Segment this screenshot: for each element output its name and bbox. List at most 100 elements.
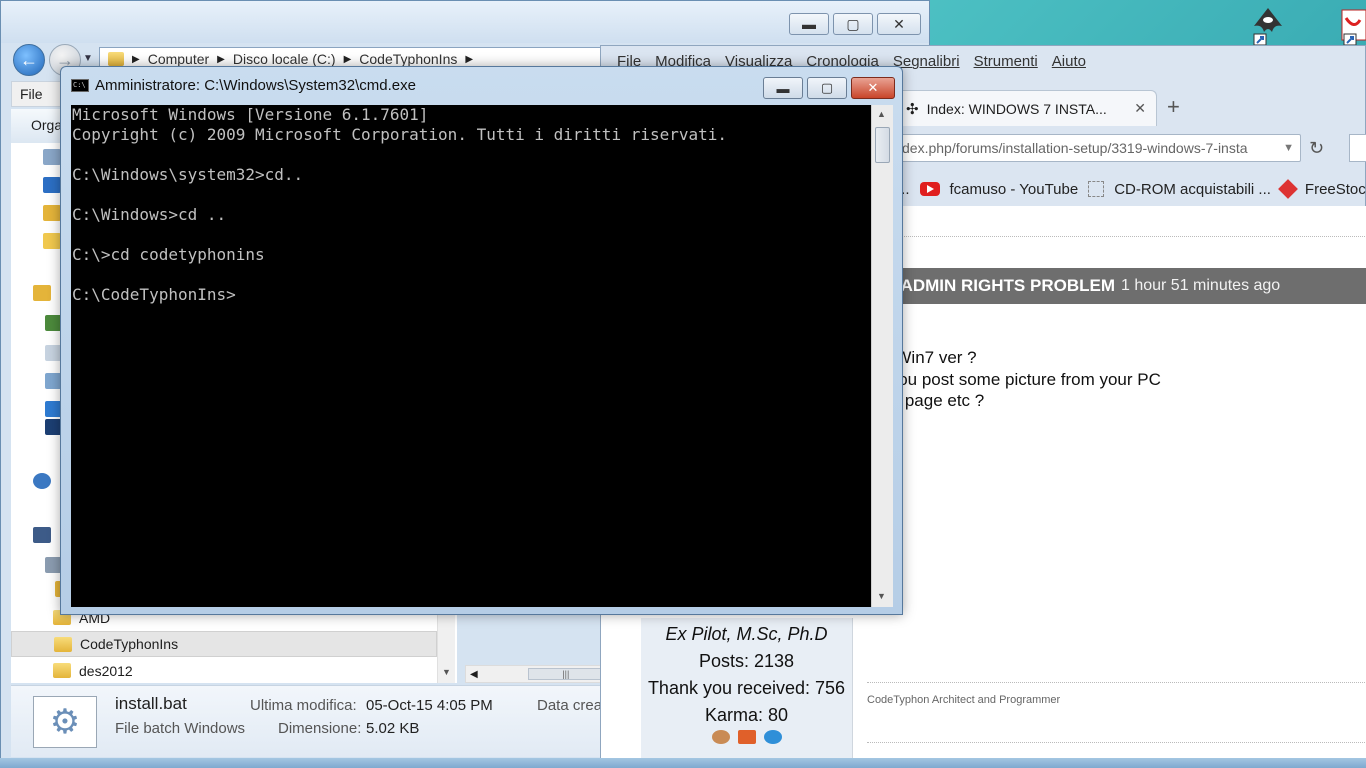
scroll-thumb[interactable] (875, 127, 890, 163)
cmd-icon[interactable]: C:\ (71, 78, 89, 92)
cmd-minimize-button[interactable]: ▬ (763, 77, 803, 99)
codetyphon-favicon-icon: ✣ (906, 100, 919, 118)
libraries-icon (33, 285, 51, 301)
browser-tab-active[interactable]: ✣ Index: WINDOWS 7 INSTA... ✕ (897, 90, 1157, 126)
cmd-close-button[interactable]: ✕ (851, 77, 895, 99)
youtube-icon (919, 182, 940, 196)
console-line: C:\>cd codetyphonins (72, 245, 265, 264)
details-modified-value: 05-Oct-15 4:05 PM (366, 697, 493, 714)
page-icon (1088, 181, 1105, 197)
console-line: C:\Windows>cd .. (72, 205, 227, 224)
details-size-value: 5.02 KB (366, 720, 420, 737)
close-icon: ✕ (893, 15, 905, 32)
explorer-minimize-button[interactable]: ▬ (789, 13, 829, 35)
tab-title: Index: WINDOWS 7 INSTA... (926, 100, 1107, 117)
details-created-label: Data crea (537, 697, 603, 714)
divider (867, 742, 1366, 743)
tab-close-icon[interactable]: ✕ (1134, 100, 1146, 117)
nav-item-des2012[interactable]: des2012 (11, 658, 437, 684)
breadcrumb-drive[interactable]: Disco locale (C:) (233, 51, 336, 67)
cmd-scrollbar[interactable]: ▲ ▼ (871, 105, 893, 607)
breadcrumb-separator[interactable]: ▶ (132, 54, 140, 65)
author-thanks: Thank you received: 756 (647, 678, 846, 698)
menu-aiuto[interactable]: Aiuto (1052, 53, 1086, 70)
nav-item-label: CodeTyphonIns (80, 636, 179, 652)
author-posts: Posts: 2138 (698, 651, 795, 671)
scroll-thumb[interactable]: ||| (527, 668, 604, 680)
bookmark-freestock[interactable]: FreeStoc (1305, 181, 1366, 198)
computer-icon (33, 527, 51, 543)
minimize-icon: ▬ (802, 16, 816, 32)
libraries-icon (43, 205, 61, 221)
content-horizontal-scrollbar[interactable]: ◀ ||| (465, 665, 605, 683)
post-text-line: you post some picture from your PC (885, 370, 1161, 389)
author-signature: CodeTyphon Architect and Programmer (867, 694, 1061, 706)
scroll-down-icon[interactable]: ▼ (442, 667, 451, 677)
menu-segnalibri[interactable]: Segnalibri (893, 53, 960, 70)
home-icon[interactable] (737, 730, 756, 744)
nav-item-label: des2012 (79, 663, 133, 679)
taskbar (0, 758, 1366, 768)
new-tab-button[interactable]: + (1167, 94, 1180, 120)
breadcrumb-separator[interactable]: ▶ (465, 54, 473, 65)
details-pane: ⚙ install.bat File batch Windows Ultima … (11, 685, 611, 757)
details-modified-label: Ultima modifica: (250, 697, 357, 714)
network-icon (33, 473, 51, 489)
inkscape-icon[interactable] (1250, 6, 1286, 46)
pdf-icon[interactable] (1340, 6, 1366, 46)
breadcrumb-separator[interactable]: ▶ (344, 54, 352, 65)
maximize-icon: ▢ (820, 80, 834, 95)
back-button[interactable]: ← (13, 44, 45, 76)
close-icon: ✕ (867, 80, 879, 95)
cmd-maximize-button[interactable]: ▢ (807, 77, 847, 99)
explorer-maximize-button[interactable]: ▢ (833, 13, 873, 35)
freestock-icon (1278, 179, 1298, 199)
author-karma: Karma: 80 (704, 705, 789, 725)
bookmark-cdrom[interactable]: CD-ROM acquistabili ... (1114, 181, 1271, 198)
menu-strumenti[interactable]: Strumenti (974, 53, 1038, 70)
folder-icon (108, 52, 124, 66)
search-box[interactable] (1349, 134, 1366, 162)
desktop-icon (43, 177, 61, 193)
folder-icon (53, 663, 71, 678)
url-dropdown-icon[interactable]: ▼ (1283, 142, 1294, 154)
gear-file-icon: ⚙ (33, 696, 97, 748)
cmd-title: Amministratore: C:\Windows\System32\cmd.… (95, 76, 416, 94)
explorer-close-button[interactable]: ✕ (877, 13, 921, 35)
user-icon[interactable] (711, 730, 730, 744)
scroll-down-icon[interactable]: ▼ (877, 591, 886, 601)
recent-pages-dropdown[interactable]: ▼ (83, 53, 93, 64)
globe-icon[interactable] (763, 730, 782, 744)
breadcrumb-computer[interactable]: Computer (148, 51, 209, 67)
scroll-left-icon[interactable]: ◀ (470, 669, 478, 680)
console-line: Copyright (c) 2009 Microsoft Corporation… (72, 125, 728, 144)
scroll-up-icon[interactable]: ▲ (877, 109, 886, 119)
back-arrow-icon: ← (20, 49, 38, 70)
url-bar[interactable]: dex.php/forums/installation-setup/3319-w… (897, 134, 1301, 162)
author-role: Ex Pilot, M.Sc, Ph.D (665, 624, 828, 644)
console-output[interactable]: Microsoft Windows [Versione 6.1.7601] Cop… (71, 105, 871, 607)
bookmark-youtube[interactable]: fcamuso - YouTube (950, 181, 1079, 198)
console-prompt[interactable]: C:\CodeTyphonIns> (72, 285, 871, 305)
breadcrumb-separator[interactable]: ▶ (217, 54, 225, 65)
reload-icon[interactable]: ↻ (1309, 138, 1339, 160)
breadcrumb-folder[interactable]: CodeTyphonIns (359, 51, 457, 67)
console-line: C:\Windows\system32>cd.. (72, 165, 304, 184)
details-size-label: Dimensione: (278, 720, 362, 737)
details-file-type: File batch Windows (115, 720, 246, 737)
topic-age: 1 hour 51 minutes ago (1120, 277, 1281, 294)
details-file-name: install.bat (115, 694, 187, 713)
bookmarks-bar: ... fcamuso - YouTube CD-ROM acquistabil… (897, 172, 1366, 206)
divider (867, 682, 1366, 683)
author-profile: Ex Pilot, M.Sc, Ph.D Posts: 2138 Thank y… (641, 618, 853, 759)
topic-title[interactable]: ON ADMIN RIGHTS PROBLEM (871, 276, 1115, 296)
url-text: dex.php/forums/installation-setup/3319-w… (902, 140, 1248, 156)
divider (901, 236, 1366, 237)
nav-item-codetyphonins[interactable]: CodeTyphonIns (11, 631, 437, 657)
folder-icon (54, 637, 72, 652)
cmd-window: C:\ Amministratore: C:\Windows\System32\… (60, 66, 903, 615)
